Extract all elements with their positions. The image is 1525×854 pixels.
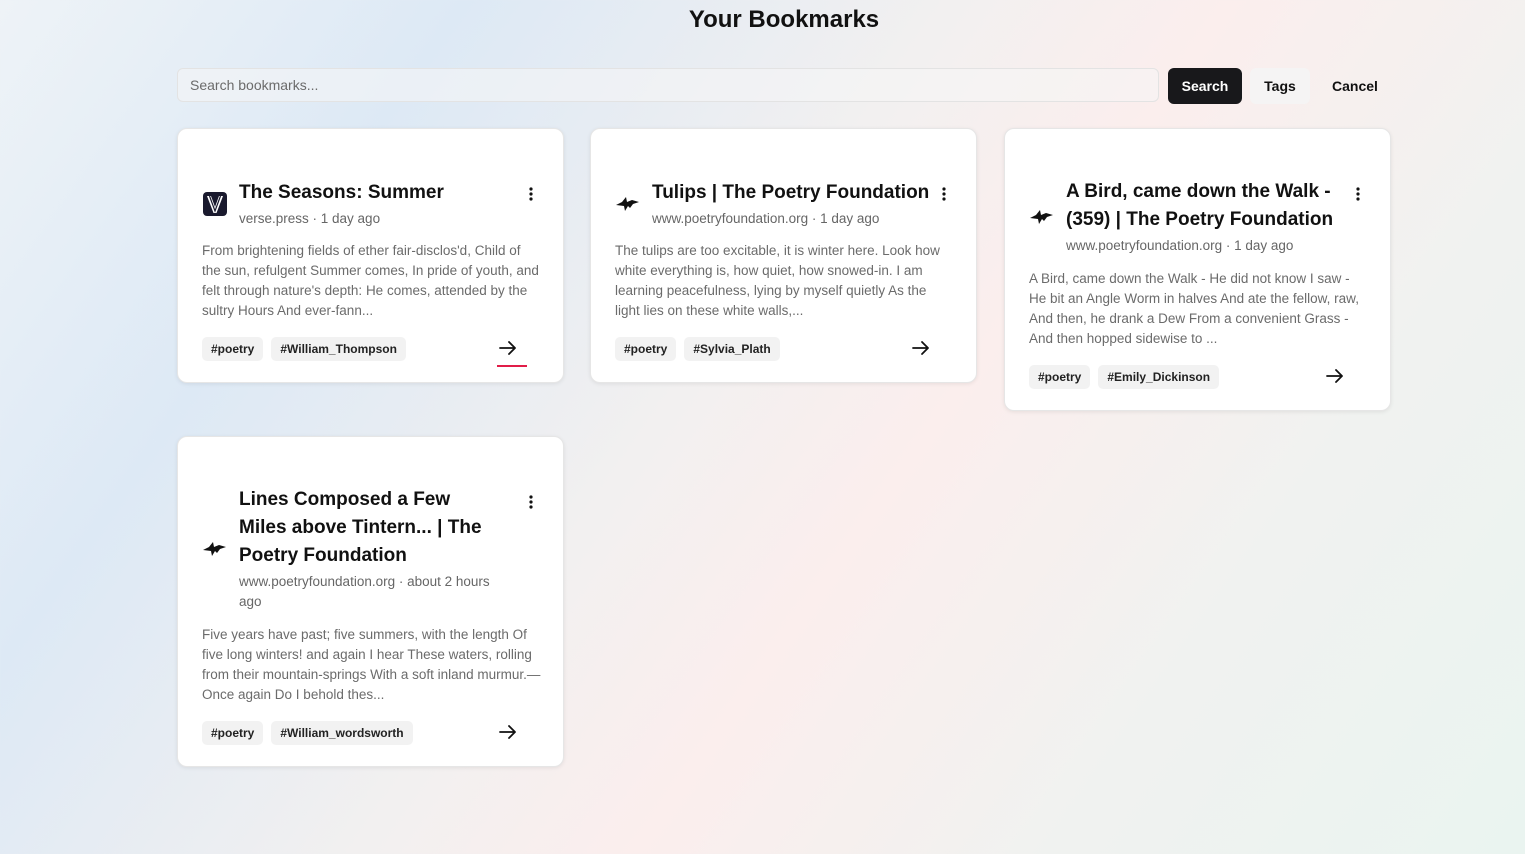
focus-underline: [497, 365, 527, 367]
arrow-right-icon[interactable]: [1324, 365, 1346, 387]
more-options-icon[interactable]: [523, 492, 539, 512]
bookmark-header: A Bird, came down the Walk - (359) | The…: [1029, 178, 1366, 256]
cancel-button[interactable]: Cancel: [1318, 68, 1392, 104]
bookmark-card[interactable]: A Bird, came down the Walk - (359) | The…: [1004, 128, 1391, 411]
bookmark-title[interactable]: Lines Composed a Few Miles above Tintern…: [239, 486, 499, 570]
bookmark-header: Tulips | The Poetry Foundation www.poetr…: [615, 179, 952, 229]
arrow-right-icon[interactable]: [910, 337, 932, 359]
page-title: Your Bookmarks: [688, 6, 880, 33]
bookmark-header: The Seasons: Summer verse.press · 1 day …: [202, 179, 539, 229]
bookmark-header: Lines Composed a Few Miles above Tintern…: [202, 486, 539, 612]
more-options-icon[interactable]: [936, 184, 952, 204]
tag-chip[interactable]: #William_Thompson: [271, 337, 406, 361]
bookmark-description: From brightening fields of ether fair-di…: [202, 243, 539, 318]
tag-list: #poetry #William_wordsworth: [202, 721, 413, 745]
more-options-icon[interactable]: [523, 184, 539, 204]
tag-chip[interactable]: #poetry: [1029, 365, 1091, 389]
tag-chip[interactable]: #Sylvia_Plath: [684, 337, 780, 361]
arrow-right-icon[interactable]: [497, 337, 519, 359]
bookmark-card[interactable]: Tulips | The Poetry Foundation www.poetr…: [590, 128, 977, 383]
tag-list: #poetry #Sylvia_Plath: [615, 337, 780, 361]
bookmark-description: A Bird, came down the Walk - He did not …: [1029, 271, 1359, 346]
bookmark-description: The tulips are too excitable, it is wint…: [615, 243, 940, 318]
bookmark-meta: www.poetryfoundation.org · 1 day ago: [1066, 238, 1294, 253]
tags-button[interactable]: Tags: [1250, 68, 1310, 104]
tag-list: #poetry #Emily_Dickinson: [1029, 365, 1220, 389]
poetry-foundation-bird-icon: [615, 192, 640, 217]
bookmark-meta: www.poetryfoundation.org · 1 day ago: [652, 211, 880, 226]
bookmark-title[interactable]: The Seasons: Summer: [239, 179, 539, 207]
bookmark-description: Five years have past; five summers, with…: [202, 627, 541, 702]
tag-chip[interactable]: #poetry: [202, 337, 264, 361]
bookmark-title[interactable]: A Bird, came down the Walk - (359) | The…: [1066, 178, 1338, 234]
tag-chip[interactable]: #poetry: [202, 721, 264, 745]
bookmark-card[interactable]: Lines Composed a Few Miles above Tintern…: [177, 436, 564, 767]
poetry-foundation-bird-icon: [1029, 205, 1054, 230]
bookmark-title[interactable]: Tulips | The Poetry Foundation: [652, 179, 952, 207]
tag-chip[interactable]: #Emily_Dickinson: [1098, 365, 1220, 389]
more-options-icon[interactable]: [1350, 184, 1366, 204]
tag-chip[interactable]: #William_wordsworth: [271, 721, 413, 745]
search-input[interactable]: [177, 68, 1159, 102]
bookmark-meta: www.poetryfoundation.org · about 2 hours…: [239, 574, 490, 609]
verse-press-logo-icon: [202, 192, 227, 217]
search-button[interactable]: Search: [1168, 68, 1242, 104]
bookmark-meta: verse.press · 1 day ago: [239, 211, 381, 226]
search-bar: Search Tags Cancel: [177, 68, 1392, 104]
tag-chip[interactable]: #poetry: [615, 337, 677, 361]
bookmark-card[interactable]: The Seasons: Summer verse.press · 1 day …: [177, 128, 564, 383]
poetry-foundation-bird-icon: [202, 537, 227, 562]
tag-list: #poetry #William_Thompson: [202, 337, 406, 361]
arrow-right-icon[interactable]: [497, 721, 519, 743]
